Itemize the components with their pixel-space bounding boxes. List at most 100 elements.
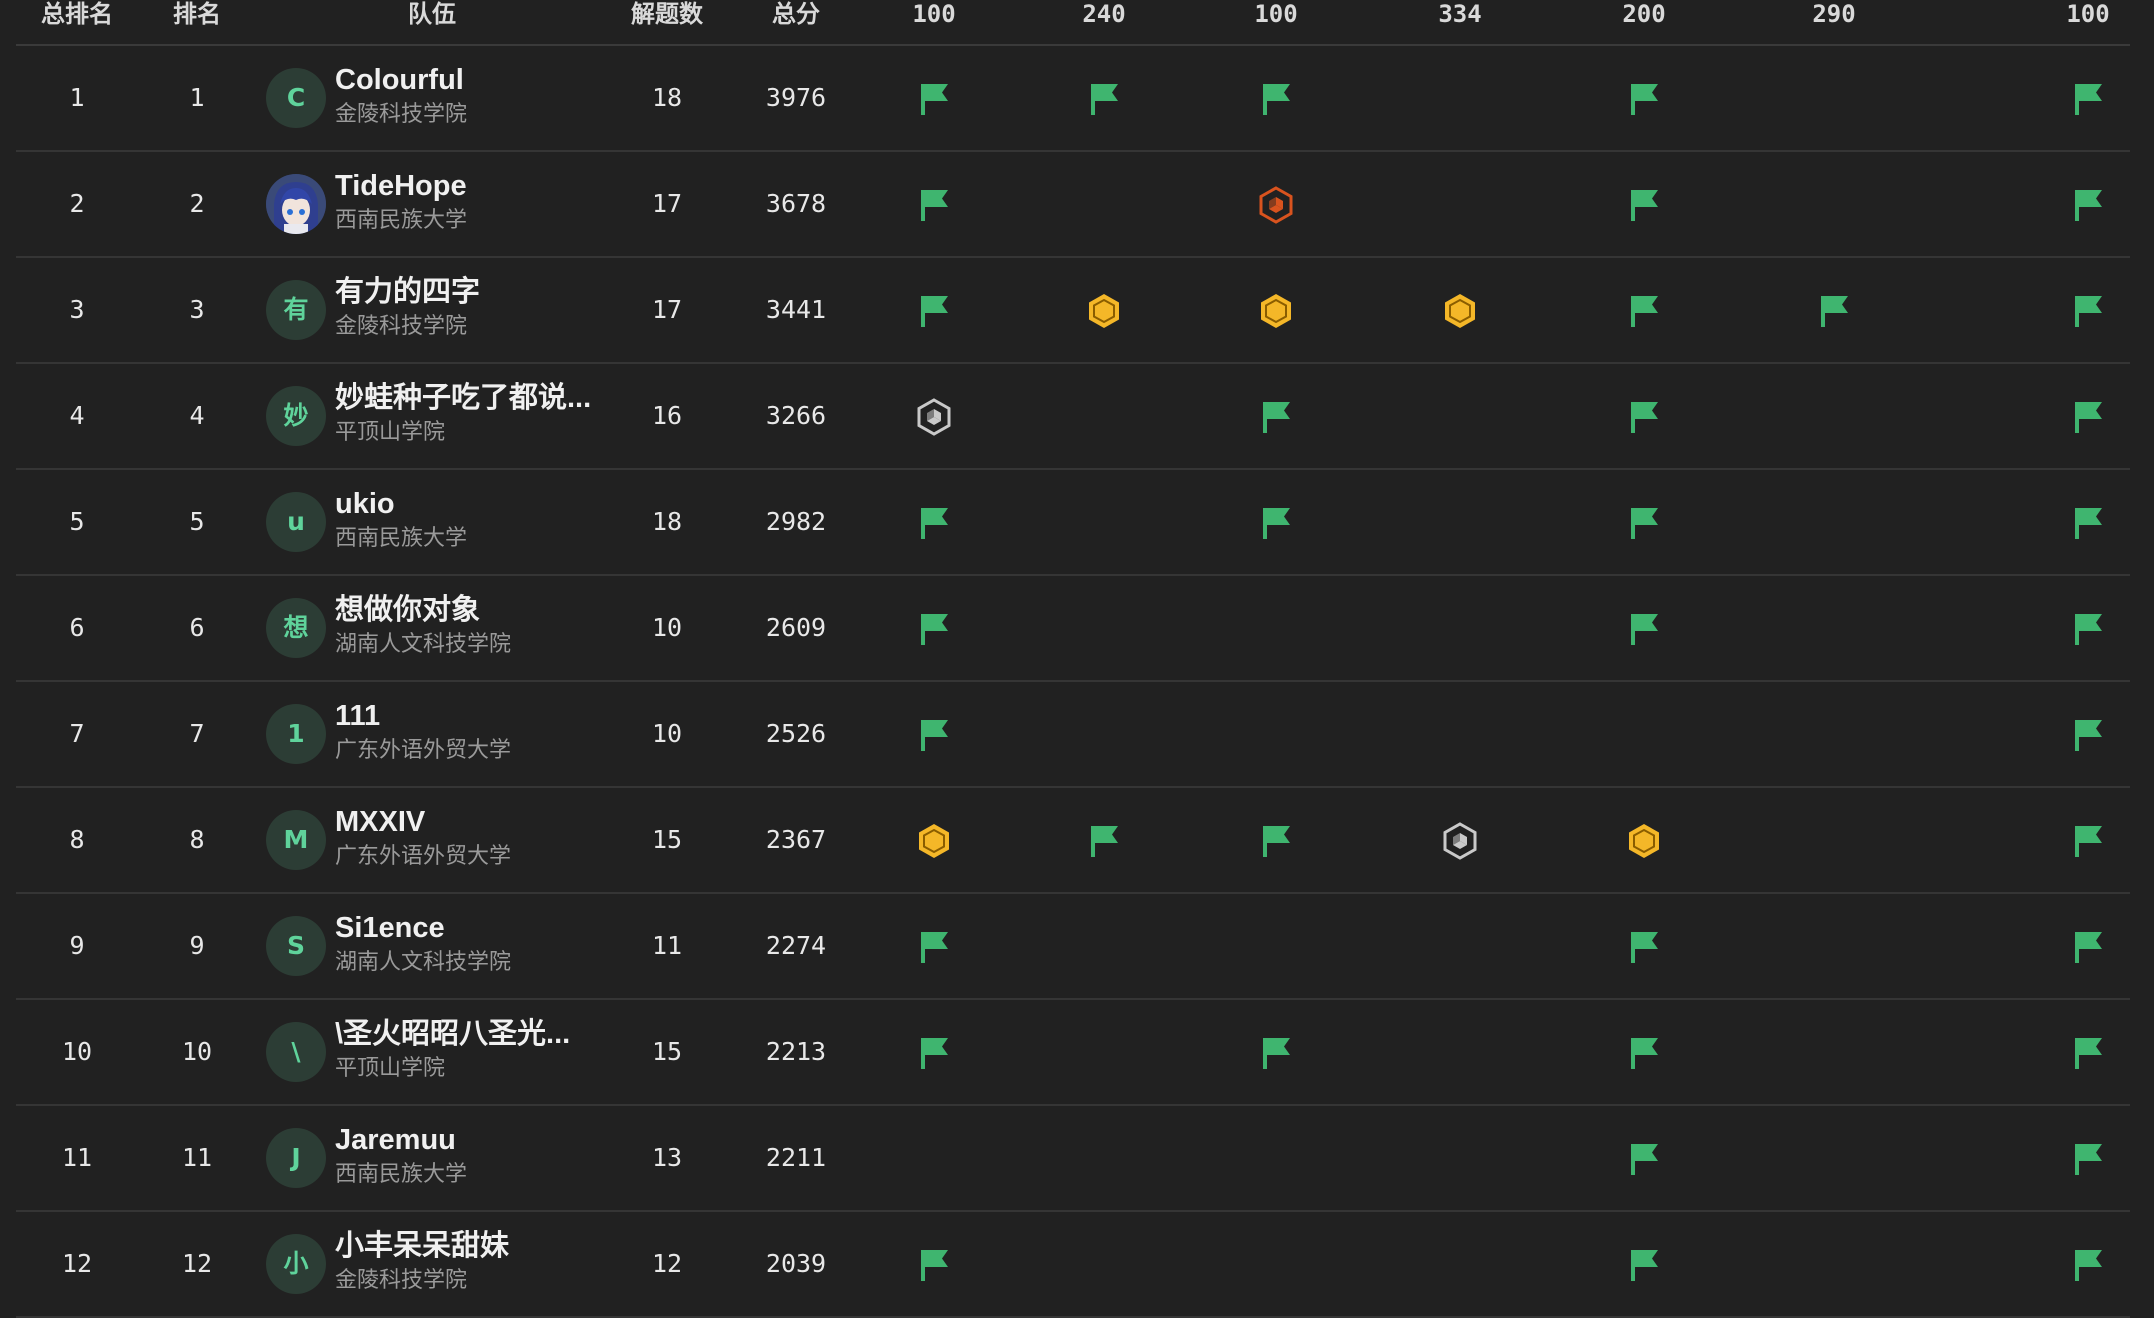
solved-flag-icon[interactable] <box>1257 1034 1295 1072</box>
solved-flag-icon[interactable] <box>1625 504 1663 542</box>
table-row[interactable]: 3 3 有有力的四字 金陵科技学院 17 3441 <box>16 258 2130 364</box>
solved-flag-icon[interactable] <box>1257 822 1295 860</box>
team-name[interactable]: 小丰呆呆甜妹 <box>335 1228 635 1264</box>
solved-flag-icon[interactable] <box>1085 822 1123 860</box>
header-rank[interactable]: 排名 <box>173 0 221 28</box>
solved-flag-icon[interactable] <box>2069 1140 2107 1178</box>
table-row[interactable]: 7 7 1 111 广东外语外贸大学 10 2526 <box>16 682 2130 788</box>
solved-flag-icon[interactable] <box>2069 292 2107 330</box>
gold-blood-icon[interactable] <box>915 822 953 860</box>
solved-flag-icon[interactable] <box>2069 610 2107 648</box>
table-row[interactable]: 6 6 想想做你对象 湖南人文科技学院 10 2609 <box>16 576 2130 682</box>
solved-flag-icon[interactable] <box>2069 398 2107 436</box>
solved-flag-icon[interactable] <box>915 1034 953 1072</box>
solved-flag-icon[interactable] <box>915 610 953 648</box>
team-cell[interactable]: \圣火昭昭八圣光... 平顶山学院 <box>335 1016 635 1084</box>
header-score[interactable]: 总分 <box>772 0 820 28</box>
avatar: 想 <box>266 598 326 658</box>
team-name[interactable]: 有力的四字 <box>335 274 635 310</box>
solved-flag-icon[interactable] <box>1625 292 1663 330</box>
team-name[interactable]: \圣火昭昭八圣光... <box>335 1016 635 1052</box>
solved-flag-icon[interactable] <box>915 186 953 224</box>
team-cell[interactable]: 111 广东外语外贸大学 <box>335 698 635 766</box>
table-row[interactable]: 2 2 TideHope 西南民族大学 17 3678 <box>16 152 2130 258</box>
solved-flag-icon[interactable] <box>1257 80 1295 118</box>
solved-flag-icon[interactable] <box>2069 716 2107 754</box>
header-problem-3[interactable]: 100 <box>1254 0 1297 28</box>
bronze-blood-icon[interactable] <box>1257 186 1295 224</box>
solved-flag-icon[interactable] <box>915 80 953 118</box>
solved-flag-icon[interactable] <box>1625 1246 1663 1284</box>
header-problem-7[interactable]: 100 <box>2066 0 2109 28</box>
header-problem-1[interactable]: 100 <box>912 0 955 28</box>
solved-flag-icon[interactable] <box>1625 928 1663 966</box>
table-row[interactable]: 12 12 小小丰呆呆甜妹 金陵科技学院 12 2039 <box>16 1212 2130 1318</box>
gold-blood-icon[interactable] <box>1441 292 1479 330</box>
table-row[interactable]: 4 4 妙妙蛙种子吃了都说... 平顶山学院 16 3266 <box>16 364 2130 470</box>
solved-flag-icon[interactable] <box>1625 398 1663 436</box>
team-cell[interactable]: TideHope 西南民族大学 <box>335 168 635 236</box>
table-row[interactable]: 9 9 S Si1ence 湖南人文科技学院 11 2274 <box>16 894 2130 1000</box>
table-row[interactable]: 8 8 M MXXIV 广东外语外贸大学 15 2367 <box>16 788 2130 894</box>
team-cell[interactable]: Jaremuu 西南民族大学 <box>335 1122 635 1190</box>
solved-flag-icon[interactable] <box>915 716 953 754</box>
solved-flag-icon[interactable] <box>2069 822 2107 860</box>
header-solved[interactable]: 解题数 <box>631 0 703 28</box>
team-name[interactable]: ukio <box>335 486 635 522</box>
header-team[interactable]: 队伍 <box>408 0 456 28</box>
table-row[interactable]: 5 5 u ukio 西南民族大学 18 2982 <box>16 470 2130 576</box>
team-name[interactable]: 111 <box>335 698 635 734</box>
solved-flag-icon[interactable] <box>915 928 953 966</box>
solved-flag-icon[interactable] <box>2069 928 2107 966</box>
team-name[interactable]: MXXIV <box>335 804 635 840</box>
solved-flag-icon[interactable] <box>2069 1246 2107 1284</box>
score-cell: 3678 <box>765 189 827 218</box>
table-row[interactable]: 1 1 C Colourful 金陵科技学院 18 3976 <box>16 46 2130 152</box>
gold-blood-icon[interactable] <box>1257 292 1295 330</box>
silver-blood-icon[interactable] <box>1441 822 1479 860</box>
team-cell[interactable]: ukio 西南民族大学 <box>335 486 635 554</box>
solved-flag-icon[interactable] <box>1625 610 1663 648</box>
team-cell[interactable]: Si1ence 湖南人文科技学院 <box>335 910 635 978</box>
solved-flag-icon[interactable] <box>1815 292 1853 330</box>
score-cell: 2982 <box>765 507 827 536</box>
gold-blood-icon[interactable] <box>1085 292 1123 330</box>
solved-flag-icon[interactable] <box>1257 504 1295 542</box>
solved-cell: 11 <box>651 931 683 960</box>
team-cell[interactable]: MXXIV 广东外语外贸大学 <box>335 804 635 872</box>
avatar: M <box>266 810 326 870</box>
solved-flag-icon[interactable] <box>915 1246 953 1284</box>
solved-flag-icon[interactable] <box>1625 1034 1663 1072</box>
solved-flag-icon[interactable] <box>1625 80 1663 118</box>
header-problem-6[interactable]: 290 <box>1812 0 1855 28</box>
solved-flag-icon[interactable] <box>915 292 953 330</box>
gold-blood-icon[interactable] <box>1625 822 1663 860</box>
table-row[interactable]: 10 10 \ \圣火昭昭八圣光... 平顶山学院 15 2213 <box>16 1000 2130 1106</box>
solved-flag-icon[interactable] <box>2069 80 2107 118</box>
team-name[interactable]: TideHope <box>335 168 635 204</box>
team-cell[interactable]: 小丰呆呆甜妹 金陵科技学院 <box>335 1228 635 1296</box>
team-name[interactable]: 想做你对象 <box>335 592 635 628</box>
header-problem-2[interactable]: 240 <box>1082 0 1125 28</box>
header-problem-5[interactable]: 200 <box>1622 0 1665 28</box>
silver-blood-icon[interactable] <box>915 398 953 436</box>
header-problem-4[interactable]: 334 <box>1438 0 1481 28</box>
solved-flag-icon[interactable] <box>1085 80 1123 118</box>
team-name[interactable]: 妙蛙种子吃了都说... <box>335 380 635 416</box>
team-cell[interactable]: 想做你对象 湖南人文科技学院 <box>335 592 635 660</box>
solved-flag-icon[interactable] <box>2069 504 2107 542</box>
team-name[interactable]: Jaremuu <box>335 1122 635 1158</box>
solved-flag-icon[interactable] <box>2069 186 2107 224</box>
header-overall-rank[interactable]: 总排名 <box>41 0 113 28</box>
team-cell[interactable]: 有力的四字 金陵科技学院 <box>335 274 635 342</box>
team-name[interactable]: Si1ence <box>335 910 635 946</box>
solved-flag-icon[interactable] <box>1625 1140 1663 1178</box>
team-cell[interactable]: Colourful 金陵科技学院 <box>335 62 635 130</box>
solved-flag-icon[interactable] <box>1257 398 1295 436</box>
table-row[interactable]: 11 11 J Jaremuu 西南民族大学 13 2211 <box>16 1106 2130 1212</box>
team-name[interactable]: Colourful <box>335 62 635 98</box>
solved-flag-icon[interactable] <box>915 504 953 542</box>
solved-flag-icon[interactable] <box>1625 186 1663 224</box>
team-cell[interactable]: 妙蛙种子吃了都说... 平顶山学院 <box>335 380 635 448</box>
solved-flag-icon[interactable] <box>2069 1034 2107 1072</box>
